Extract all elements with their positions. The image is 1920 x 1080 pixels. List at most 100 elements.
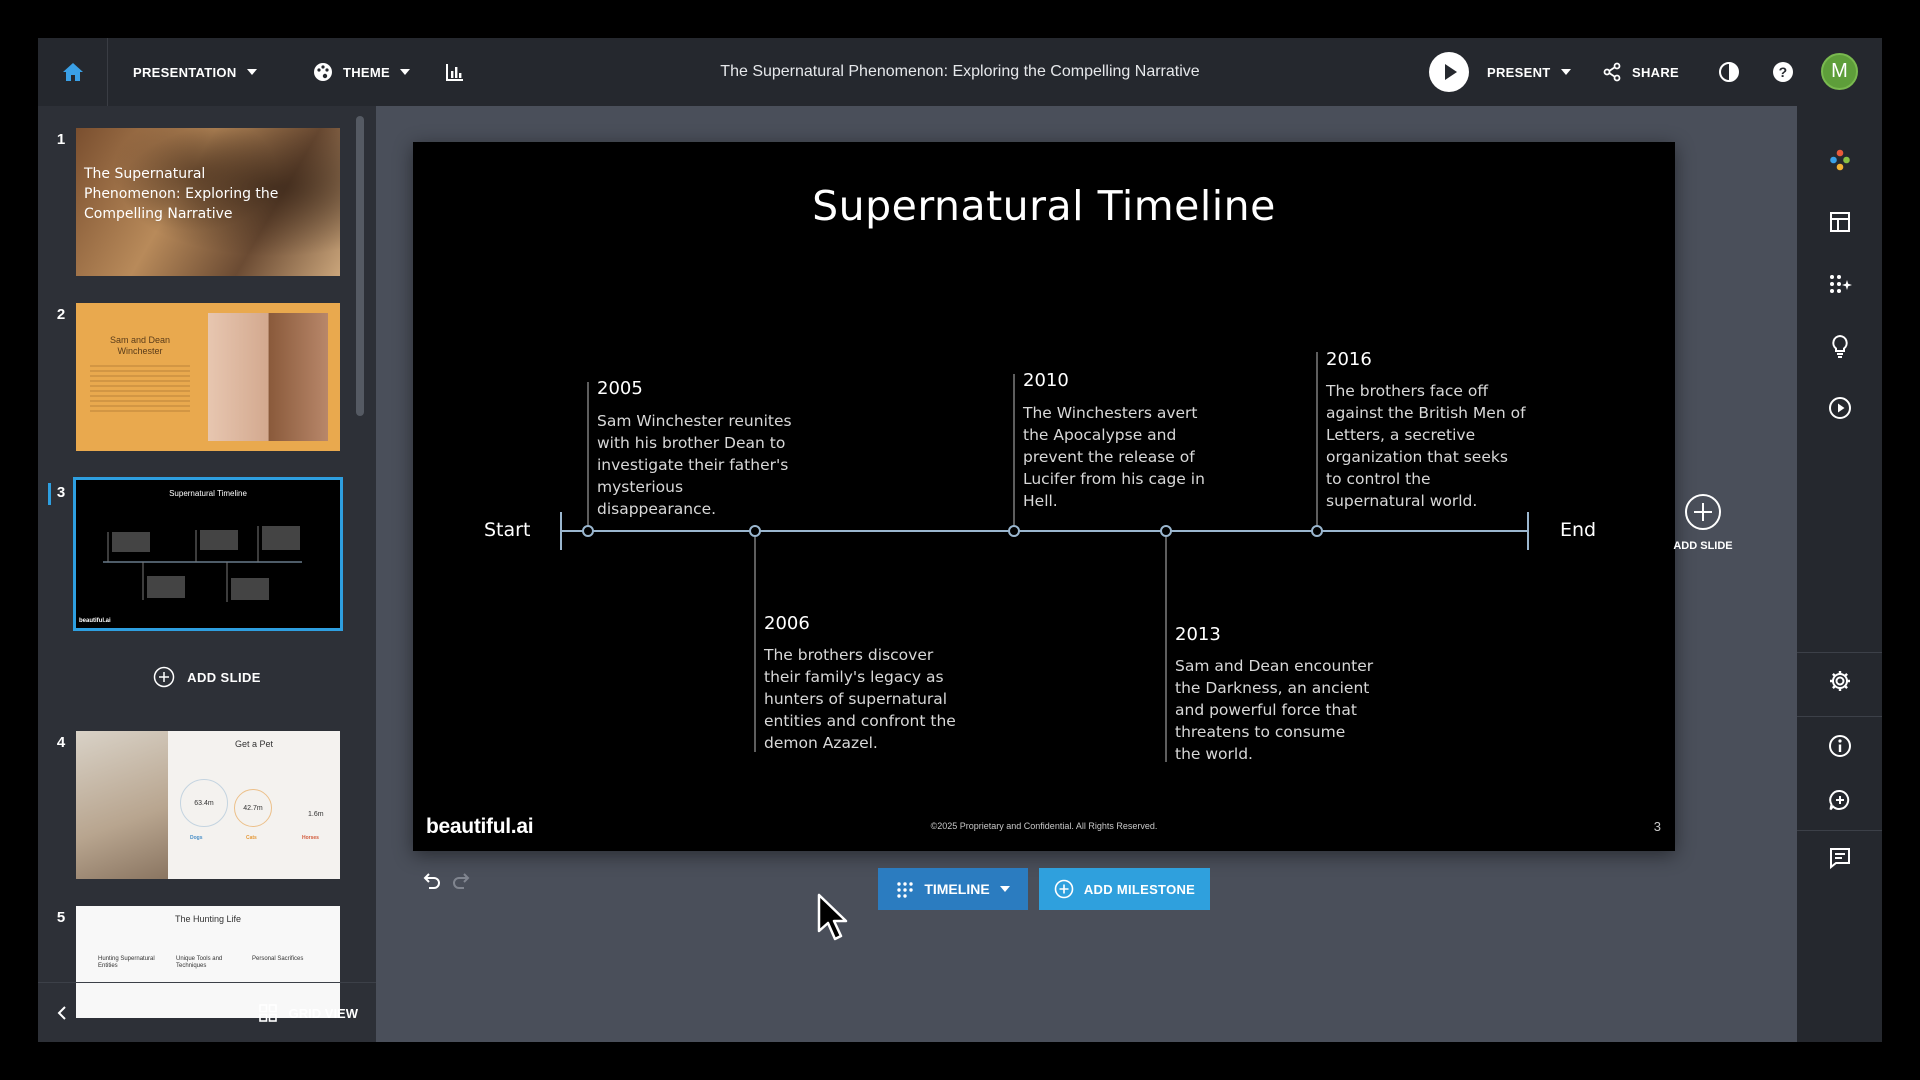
- contrast-toggle[interactable]: [1718, 38, 1740, 106]
- slide-thumbnail-3[interactable]: Supernatural Timeline beautiful.ai: [73, 477, 343, 631]
- palette-icon: [314, 63, 332, 81]
- thumbnail-column: Unique Tools and Techniques: [176, 956, 223, 969]
- sidebar-scrollbar[interactable]: [356, 116, 364, 416]
- ideas-button[interactable]: [1797, 318, 1882, 374]
- thumbnail-brand: beautiful.ai: [79, 618, 111, 624]
- smart-slide-button[interactable]: [1797, 256, 1882, 312]
- milestone-year[interactable]: 2013: [1175, 624, 1221, 645]
- notes-icon: [1829, 848, 1850, 870]
- selected-indicator: [48, 483, 51, 505]
- grid-icon: [258, 1004, 277, 1022]
- milestone-description[interactable]: Sam Winchester reunites with his brother…: [597, 410, 797, 520]
- milestone-dot-2016[interactable]: [1311, 525, 1323, 537]
- layout-icon: [1829, 212, 1850, 232]
- slide-thumbnail-1[interactable]: The Supernatural Phenomenon: Exploring t…: [76, 128, 340, 276]
- milestone-year[interactable]: 2006: [764, 613, 810, 634]
- accessibility-button[interactable]: [1797, 718, 1882, 774]
- grid-view-button[interactable]: GRID VIEW: [258, 983, 358, 1042]
- timeline-layout-button[interactable]: TIMELINE: [878, 868, 1028, 910]
- animation-button[interactable]: [1797, 380, 1882, 436]
- play-circle-icon: [1828, 397, 1851, 419]
- gear-icon: [1829, 671, 1850, 691]
- app-window: PRESENTATION THEME The Supernatural Phen…: [38, 38, 1882, 1042]
- help-icon: ?: [1773, 62, 1793, 82]
- timeline-start-label[interactable]: Start: [484, 519, 530, 541]
- milestone-description[interactable]: The Winchesters avert the Apocalypse and…: [1023, 402, 1219, 512]
- speaker-notes-button[interactable]: [1797, 830, 1882, 886]
- milestone-description[interactable]: The brothers face off against the Britis…: [1326, 380, 1526, 512]
- slide-number: 5: [56, 909, 66, 926]
- slide-canvas[interactable]: Supernatural Timeline Start End 2005 Sam…: [413, 142, 1675, 851]
- contrast-icon: [1719, 62, 1739, 82]
- present-label: PRESENT: [1487, 64, 1551, 80]
- comments-button[interactable]: [1797, 772, 1882, 828]
- grid-view-label: GRID VIEW: [288, 1005, 358, 1021]
- present-play-button[interactable]: [1429, 38, 1469, 106]
- milestone-year[interactable]: 2016: [1326, 349, 1372, 370]
- slide-number: 2: [56, 306, 66, 323]
- undo-icon[interactable]: [420, 870, 442, 892]
- milestone-description[interactable]: Sam and Dean encounter the Darkness, an …: [1175, 655, 1375, 765]
- share-icon: [1603, 62, 1621, 82]
- chevron-down-icon: [1560, 69, 1571, 75]
- analytics-button[interactable]: [446, 38, 464, 106]
- thumbnail-stat: 42.7m: [234, 789, 272, 827]
- chevron-left-icon[interactable]: [56, 1005, 68, 1021]
- add-slide-after-button[interactable]: ADD SLIDE: [1658, 493, 1748, 552]
- bar-chart-icon: [446, 64, 463, 81]
- milestone-dot-2010[interactable]: [1008, 525, 1020, 537]
- milestone-year[interactable]: 2005: [597, 378, 643, 399]
- theme-label: THEME: [343, 64, 390, 80]
- present-menu[interactable]: PRESENT: [1487, 38, 1571, 106]
- milestone-dot-2013[interactable]: [1160, 525, 1172, 537]
- thumbnail-stat: 63.4m: [180, 779, 228, 827]
- timeline-dots-icon: [897, 882, 914, 898]
- slide-thumbnail-2[interactable]: Sam and Dean Winchester: [76, 303, 340, 451]
- add-slide-button[interactable]: ADD SLIDE: [38, 666, 376, 688]
- plus-circle-icon: [1685, 494, 1721, 530]
- milestone-dot-2006[interactable]: [749, 525, 761, 537]
- lightbulb-icon: [1831, 334, 1848, 358]
- slide-page-number: 3: [1653, 819, 1661, 834]
- add-milestone-button[interactable]: ADD MILESTONE: [1039, 868, 1210, 910]
- slide-number: 4: [56, 734, 66, 751]
- settings-button[interactable]: [1797, 653, 1882, 709]
- plus-circle-icon: [153, 666, 175, 688]
- toolbar-divider: [1797, 716, 1882, 717]
- chevron-down-icon: [400, 69, 410, 75]
- milestone-description[interactable]: The brothers discover their family's leg…: [764, 644, 964, 754]
- layout-button[interactable]: [1797, 194, 1882, 250]
- thumbnail-stat-label: Cats: [246, 835, 257, 841]
- right-toolbar: [1797, 106, 1882, 1042]
- milestone-dot-2005[interactable]: [582, 525, 594, 537]
- add-slide-label: ADD SLIDE: [187, 669, 261, 685]
- slide-number: 3: [56, 484, 66, 501]
- thumbnail-portrait: [208, 313, 328, 441]
- thumbnail-title: The Supernatural Phenomenon: Exploring t…: [84, 166, 279, 222]
- slide-thumbnail-4[interactable]: Get a Pet 63.4m 42.7m 1.6m Dogs Cats Hor…: [76, 731, 340, 879]
- timeline-end-label[interactable]: End: [1560, 519, 1596, 541]
- help-button[interactable]: ?: [1772, 38, 1794, 106]
- share-button[interactable]: SHARE: [1602, 38, 1679, 106]
- chevron-down-icon: [999, 886, 1010, 892]
- svg-text:?: ?: [1779, 64, 1788, 80]
- thumbnail-timeline: [103, 526, 302, 602]
- milestone-year[interactable]: 2010: [1023, 370, 1069, 391]
- share-label: SHARE: [1632, 64, 1680, 80]
- thumbnail-column: Hunting Supernatural Entities: [98, 956, 155, 969]
- avatar[interactable]: M: [1821, 53, 1858, 90]
- slide-footer: ©2025 Proprietary and Confidential. All …: [930, 821, 1158, 831]
- thumbnail-title: The Hunting Life: [174, 914, 242, 924]
- theme-menu[interactable]: THEME: [313, 38, 410, 106]
- add-slide-label: ADD SLIDE: [1673, 540, 1733, 552]
- color-palette-button[interactable]: [1797, 132, 1882, 188]
- chevron-down-icon: [246, 69, 257, 75]
- redo-icon[interactable]: [451, 870, 473, 892]
- thumbnail-column: Personal Sacrifices: [252, 956, 304, 962]
- home-button[interactable]: [38, 38, 108, 106]
- presentation-label: PRESENTATION: [133, 64, 237, 80]
- chat-plus-icon: [1828, 790, 1849, 811]
- sidebar-bottom-bar: GRID VIEW: [38, 982, 376, 1042]
- thumbnail-stat: 1.6m: [308, 811, 324, 818]
- presentation-menu[interactable]: PRESENTATION: [133, 38, 257, 106]
